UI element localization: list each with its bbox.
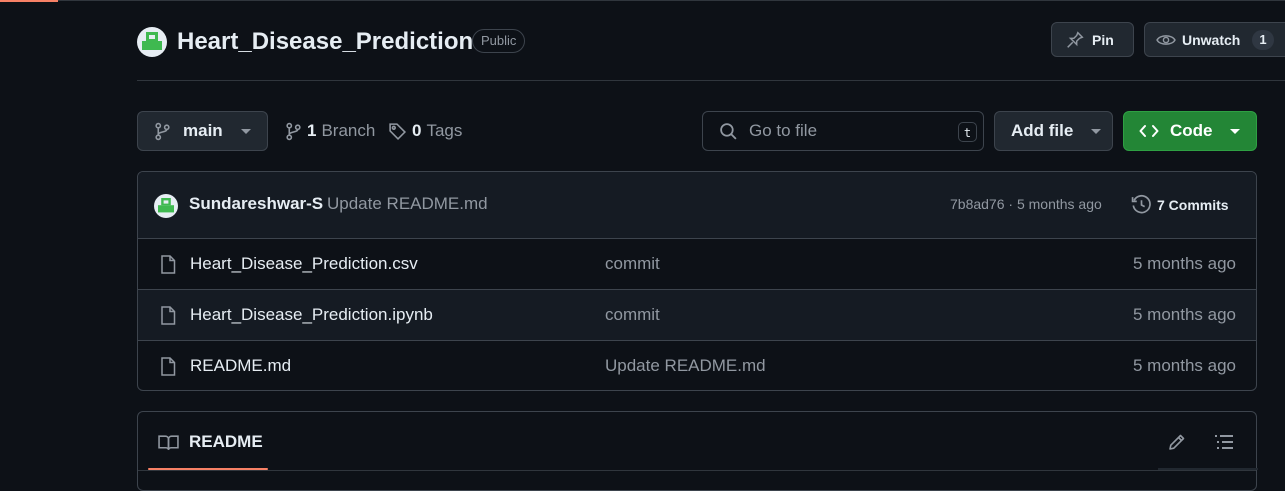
table-row[interactable]: Heart_Disease_Prediction.ipynb commit 5 … [138, 290, 1256, 341]
file-commit-date: 5 months ago [1132, 254, 1236, 273]
table-row[interactable]: README.md Update README.md 5 months ago [138, 341, 1256, 390]
file-icon [160, 255, 176, 274]
file-commit-message[interactable]: Update README.md [605, 356, 766, 376]
go-to-file-input[interactable]: Go to file t [702, 111, 984, 151]
search-icon [719, 122, 738, 141]
repo-owner-avatar[interactable] [137, 27, 167, 57]
file-commit-date: 5 months ago [1132, 356, 1236, 375]
pin-icon [1066, 30, 1084, 49]
pencil-icon[interactable] [1167, 432, 1187, 452]
search-placeholder: Go to file [749, 121, 818, 140]
repo-name[interactable]: Heart_Disease_Prediction [177, 26, 473, 58]
file-icon [160, 357, 176, 376]
file-name[interactable]: README.md [190, 356, 291, 376]
table-row[interactable]: Heart_Disease_Prediction.csv commit 5 mo… [138, 239, 1256, 290]
commit-message[interactable]: Update README.md [327, 194, 488, 214]
book-icon [158, 434, 179, 451]
active-tab-indicator [0, 0, 58, 2]
file-table: Sundareshwar-S Update README.md 7b8ad76 … [137, 171, 1257, 391]
add-file-label: Add file [1011, 121, 1074, 140]
file-commit-message[interactable]: commit [605, 305, 660, 325]
branch-icon [154, 122, 171, 141]
list-outline-icon[interactable] [1214, 432, 1234, 452]
unwatch-button[interactable]: Unwatch 1 [1144, 22, 1285, 57]
header-divider [137, 80, 1285, 81]
branch-count: 1 [307, 121, 317, 140]
add-file-button[interactable]: Add file [994, 111, 1113, 151]
chevron-down-icon [1229, 128, 1240, 134]
branch-name: main [183, 121, 223, 140]
watch-count-badge: 1 [1252, 29, 1274, 50]
eye-icon [1156, 31, 1176, 49]
top-divider [0, 0, 1285, 1]
file-commit-message[interactable]: commit [605, 254, 660, 274]
outline-tab-indicator [1158, 468, 1258, 470]
visibility-badge: Public [472, 29, 526, 53]
avatar[interactable] [154, 194, 178, 218]
commit-meta[interactable]: 7b8ad76 · 5 months ago [950, 196, 1102, 212]
tags-link[interactable]: 0 Tags [388, 121, 462, 141]
pin-button[interactable]: Pin [1051, 22, 1134, 57]
branch-count-label: Branch [321, 121, 376, 140]
code-label: Code [1170, 121, 1213, 140]
code-icon [1139, 123, 1159, 139]
tag-count: 0 [412, 121, 422, 140]
readme-tab-label: README [189, 432, 263, 451]
commits-label: 7 Commits [1157, 196, 1229, 213]
tab-readme[interactable]: README [158, 432, 263, 452]
readme-panel: README [137, 411, 1258, 491]
file-name[interactable]: Heart_Disease_Prediction.ipynb [190, 305, 433, 325]
branch-selector-button[interactable]: main [137, 111, 268, 151]
tag-icon [388, 122, 407, 141]
readme-divider [138, 470, 1256, 471]
branch-icon [285, 122, 302, 141]
file-icon [160, 306, 176, 325]
chevron-down-icon [1091, 128, 1102, 134]
chevron-down-icon [240, 128, 251, 134]
code-button[interactable]: Code [1123, 111, 1257, 151]
tag-count-label: Tags [426, 121, 463, 140]
commits-link[interactable]: 7 Commits [1131, 194, 1229, 215]
branches-link[interactable]: 1 Branch [285, 121, 375, 141]
history-icon [1131, 194, 1152, 215]
latest-commit-bar: Sundareshwar-S Update README.md 7b8ad76 … [138, 172, 1256, 239]
keyboard-shortcut-hint: t [958, 122, 977, 142]
commit-author[interactable]: Sundareshwar-S [189, 194, 323, 214]
unwatch-label: Unwatch [1182, 31, 1241, 48]
file-name[interactable]: Heart_Disease_Prediction.csv [190, 254, 418, 274]
pin-label: Pin [1092, 31, 1114, 48]
file-commit-date: 5 months ago [1132, 305, 1236, 324]
